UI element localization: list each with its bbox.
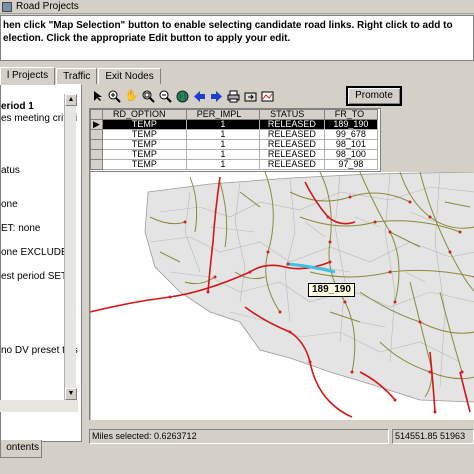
road-projects-window: Road Projects hen click "Map Selection" …	[0, 0, 474, 474]
window-icon	[2, 2, 12, 12]
tab-contents[interactable]: ontents	[0, 440, 42, 458]
cell-fr-to[interactable]: 189_190	[323, 119, 379, 130]
cell-rd-option[interactable]: TEMP	[102, 119, 187, 130]
cell-status[interactable]: RELEASED	[259, 129, 325, 140]
cell-per-impl[interactable]: 1	[185, 129, 261, 140]
back-arrow-icon[interactable]	[192, 89, 207, 104]
table-row[interactable]: TEMP 1 RELEASED 99_678	[90, 129, 379, 140]
tab-traffic[interactable]: Traffic	[56, 68, 98, 84]
tab-road-projects[interactable]: l Projects	[0, 67, 56, 85]
cell-per-impl[interactable]: 1	[185, 159, 261, 170]
tree-item-status[interactable]: atus	[1, 165, 20, 176]
selected-link-label: 189_190	[308, 283, 355, 297]
row-selector[interactable]	[90, 139, 103, 150]
grid-corner	[90, 109, 103, 120]
print-icon[interactable]	[226, 89, 241, 104]
coordinates-status: 514551.85 51963	[392, 429, 474, 444]
cell-rd-option[interactable]: TEMP	[102, 159, 187, 170]
row-selector[interactable]	[90, 149, 103, 160]
cell-per-impl[interactable]: 1	[185, 139, 261, 150]
window-title: Road Projects	[16, 1, 79, 12]
cell-rd-option[interactable]: TEMP	[102, 149, 187, 160]
zoom-extent-icon[interactable]	[141, 89, 156, 104]
cell-fr-to[interactable]: 98_100	[323, 149, 379, 160]
scroll-up-icon[interactable]: ▲	[65, 94, 77, 106]
select-map-icon[interactable]	[260, 89, 275, 104]
grid-header-fr-to[interactable]: FR_TO	[323, 109, 379, 120]
tree-horizontal-scrollbar[interactable]	[0, 400, 78, 412]
cell-fr-to[interactable]: 99_678	[323, 129, 379, 140]
status-bar: Miles selected: 0.6263712 514551.85 5196…	[89, 429, 474, 444]
zoom-out-icon[interactable]	[158, 89, 173, 104]
grid-header-per-impl[interactable]: PER_IMPL	[185, 109, 261, 120]
instruction-line-2: election. Click the appropriate Edit but…	[3, 33, 291, 44]
cell-per-impl[interactable]: 1	[185, 119, 261, 130]
tree-vertical-scrollbar[interactable]: ▲ ▼	[64, 94, 77, 400]
road-network-map[interactable]	[89, 172, 474, 420]
cell-fr-to[interactable]: 98_101	[323, 139, 379, 150]
cell-status[interactable]: RELEASED	[259, 159, 325, 170]
table-row[interactable]: TEMP 1 RELEASED 97_98	[90, 159, 379, 170]
cell-fr-to[interactable]: 97_98	[323, 159, 379, 170]
pan-hand-icon[interactable]: ✋	[124, 89, 139, 104]
cell-status[interactable]: RELEASED	[259, 139, 325, 150]
grid-header-status[interactable]: STATUS	[259, 109, 325, 120]
row-selector[interactable]	[90, 159, 103, 170]
road-links-grid: RD_OPTION PER_IMPL STATUS FR_TO ▶ TEMP 1…	[89, 108, 381, 172]
instructions-box: hen click "Map Selection" button to enab…	[0, 15, 474, 61]
map-toolbar: ✋	[90, 86, 275, 106]
miles-selected-status: Miles selected: 0.6263712	[89, 429, 389, 444]
scroll-down-icon[interactable]: ▼	[65, 388, 77, 400]
tree-item-set-none[interactable]: ET: none	[1, 223, 40, 234]
tree-item-period-set[interactable]: est period SET	[1, 271, 67, 282]
table-row[interactable]: TEMP 1 RELEASED 98_100	[90, 149, 379, 160]
pointer-icon[interactable]	[90, 89, 105, 104]
instruction-line-1: hen click "Map Selection" button to enab…	[3, 20, 453, 31]
row-selector-icon[interactable]: ▶	[90, 119, 103, 130]
table-row[interactable]: ▶ TEMP 1 RELEASED 189_190	[90, 119, 379, 130]
cell-status[interactable]: RELEASED	[259, 119, 325, 130]
tab-exit-nodes[interactable]: Exit Nodes	[98, 68, 161, 84]
globe-icon[interactable]	[175, 89, 190, 104]
map-canvas[interactable]	[90, 172, 474, 420]
forward-arrow-icon[interactable]	[209, 89, 224, 104]
tree-item-none[interactable]: one	[1, 199, 18, 210]
grid-header-row: RD_OPTION PER_IMPL STATUS FR_TO	[90, 109, 379, 120]
tree-item-period[interactable]: eriod 1	[1, 101, 34, 112]
grid-header-rd-option[interactable]: RD_OPTION	[102, 109, 187, 120]
export-icon[interactable]	[243, 89, 258, 104]
row-selector[interactable]	[90, 129, 103, 140]
title-bar: Road Projects	[0, 0, 474, 14]
table-row[interactable]: TEMP 1 RELEASED 98_101	[90, 139, 379, 150]
promote-button[interactable]: Promote	[346, 86, 402, 106]
zoom-in-icon[interactable]	[107, 89, 122, 104]
tab-strip: l Projects Traffic Exit Nodes	[0, 67, 162, 85]
cell-status[interactable]: RELEASED	[259, 149, 325, 160]
cell-per-impl[interactable]: 1	[185, 149, 261, 160]
cell-rd-option[interactable]: TEMP	[102, 139, 187, 150]
cell-rd-option[interactable]: TEMP	[102, 129, 187, 140]
